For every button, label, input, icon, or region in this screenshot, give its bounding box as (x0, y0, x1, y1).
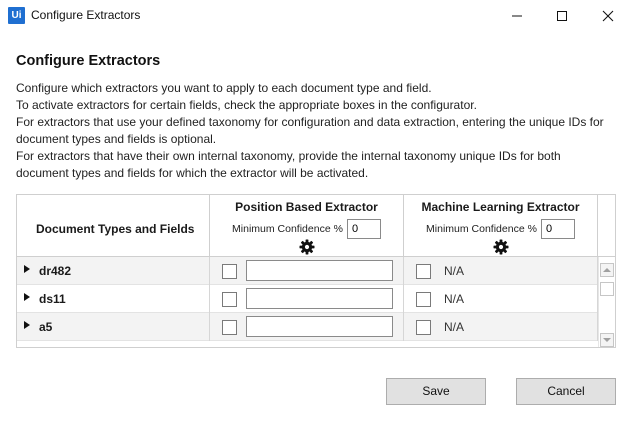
machine-learning-cell: N/A (404, 285, 598, 313)
maximize-button[interactable] (539, 0, 585, 31)
close-button[interactable] (585, 0, 631, 31)
document-type-name: ds11 (39, 292, 66, 306)
min-confidence-label: Minimum Confidence % (232, 223, 343, 235)
scroll-thumb[interactable] (600, 282, 614, 296)
document-type-cell: a5 (17, 313, 210, 341)
document-type-name: a5 (39, 320, 53, 334)
vertical-scrollbar[interactable] (598, 257, 615, 347)
extractor-name: Machine Learning Extractor (421, 200, 580, 214)
enable-checkbox[interactable] (222, 320, 237, 335)
expand-arrow-icon[interactable] (24, 265, 30, 273)
save-button[interactable]: Save (386, 378, 486, 405)
enable-checkbox[interactable] (416, 292, 431, 307)
enable-checkbox[interactable] (416, 264, 431, 279)
table-row: ds11 N/A (17, 285, 598, 313)
extractors-grid: Document Types and Fields Position Based… (16, 194, 616, 348)
gear-icon[interactable] (299, 239, 315, 255)
minimize-button[interactable] (494, 0, 540, 31)
min-confidence-input[interactable] (346, 219, 381, 239)
description-line: document types and fields is optional. (16, 132, 217, 146)
header-document-types: Document Types and Fields (17, 195, 210, 257)
unique-id-input[interactable] (246, 316, 393, 337)
machine-learning-cell: N/A (404, 257, 598, 285)
document-type-name: dr482 (39, 264, 72, 278)
header-machine-learning-extractor: Machine Learning Extractor Minimum Confi… (404, 195, 598, 257)
gear-icon[interactable] (493, 239, 509, 255)
expand-arrow-icon[interactable] (24, 293, 30, 301)
scroll-down-button[interactable] (600, 333, 614, 347)
document-type-cell: ds11 (17, 285, 210, 313)
cancel-button[interactable]: Cancel (516, 378, 616, 405)
position-based-cell (210, 285, 404, 313)
na-label: N/A (444, 264, 465, 278)
table-row: dr482 N/A (17, 257, 598, 285)
position-based-cell (210, 313, 404, 341)
enable-checkbox[interactable] (222, 292, 237, 307)
description-line: For extractors that use your defined tax… (16, 115, 604, 129)
unique-id-input[interactable] (246, 260, 393, 281)
min-confidence-row: Minimum Confidence % (404, 219, 597, 239)
scroll-up-button[interactable] (600, 263, 614, 277)
description-line: Configure which extractors you want to a… (16, 81, 432, 95)
unique-id-input[interactable] (246, 288, 393, 309)
extractor-name: Position Based Extractor (235, 200, 378, 214)
header-position-based-extractor: Position Based Extractor Minimum Confide… (210, 195, 404, 257)
chevron-up-icon (603, 268, 611, 272)
description-line: To activate extractors for certain field… (16, 98, 477, 112)
min-confidence-row: Minimum Confidence % (210, 219, 403, 239)
na-label: N/A (444, 292, 465, 306)
title-bar: Ui Configure Extractors (0, 0, 631, 31)
na-label: N/A (444, 320, 465, 334)
maximize-icon (557, 10, 567, 21)
table-row: a5 N/A (17, 313, 598, 341)
header-document-types-label: Document Types and Fields (36, 222, 195, 236)
description-line: For extractors that have their own inter… (16, 149, 561, 163)
position-based-cell (210, 257, 404, 285)
chevron-down-icon (603, 338, 611, 342)
minimize-icon (512, 15, 522, 16)
expand-arrow-icon[interactable] (24, 321, 30, 329)
min-confidence-input[interactable] (540, 219, 575, 239)
dialog-heading: Configure Extractors (16, 53, 161, 69)
close-icon (602, 10, 614, 21)
document-type-cell: dr482 (17, 257, 210, 285)
grid-header: Document Types and Fields Position Based… (17, 195, 615, 257)
enable-checkbox[interactable] (416, 320, 431, 335)
machine-learning-cell: N/A (404, 313, 598, 341)
enable-checkbox[interactable] (222, 264, 237, 279)
min-confidence-label: Minimum Confidence % (426, 223, 537, 235)
description-line: document types and fields for which the … (16, 166, 369, 180)
uipath-logo-icon: Ui (8, 7, 25, 24)
window-title: Configure Extractors (31, 8, 141, 22)
